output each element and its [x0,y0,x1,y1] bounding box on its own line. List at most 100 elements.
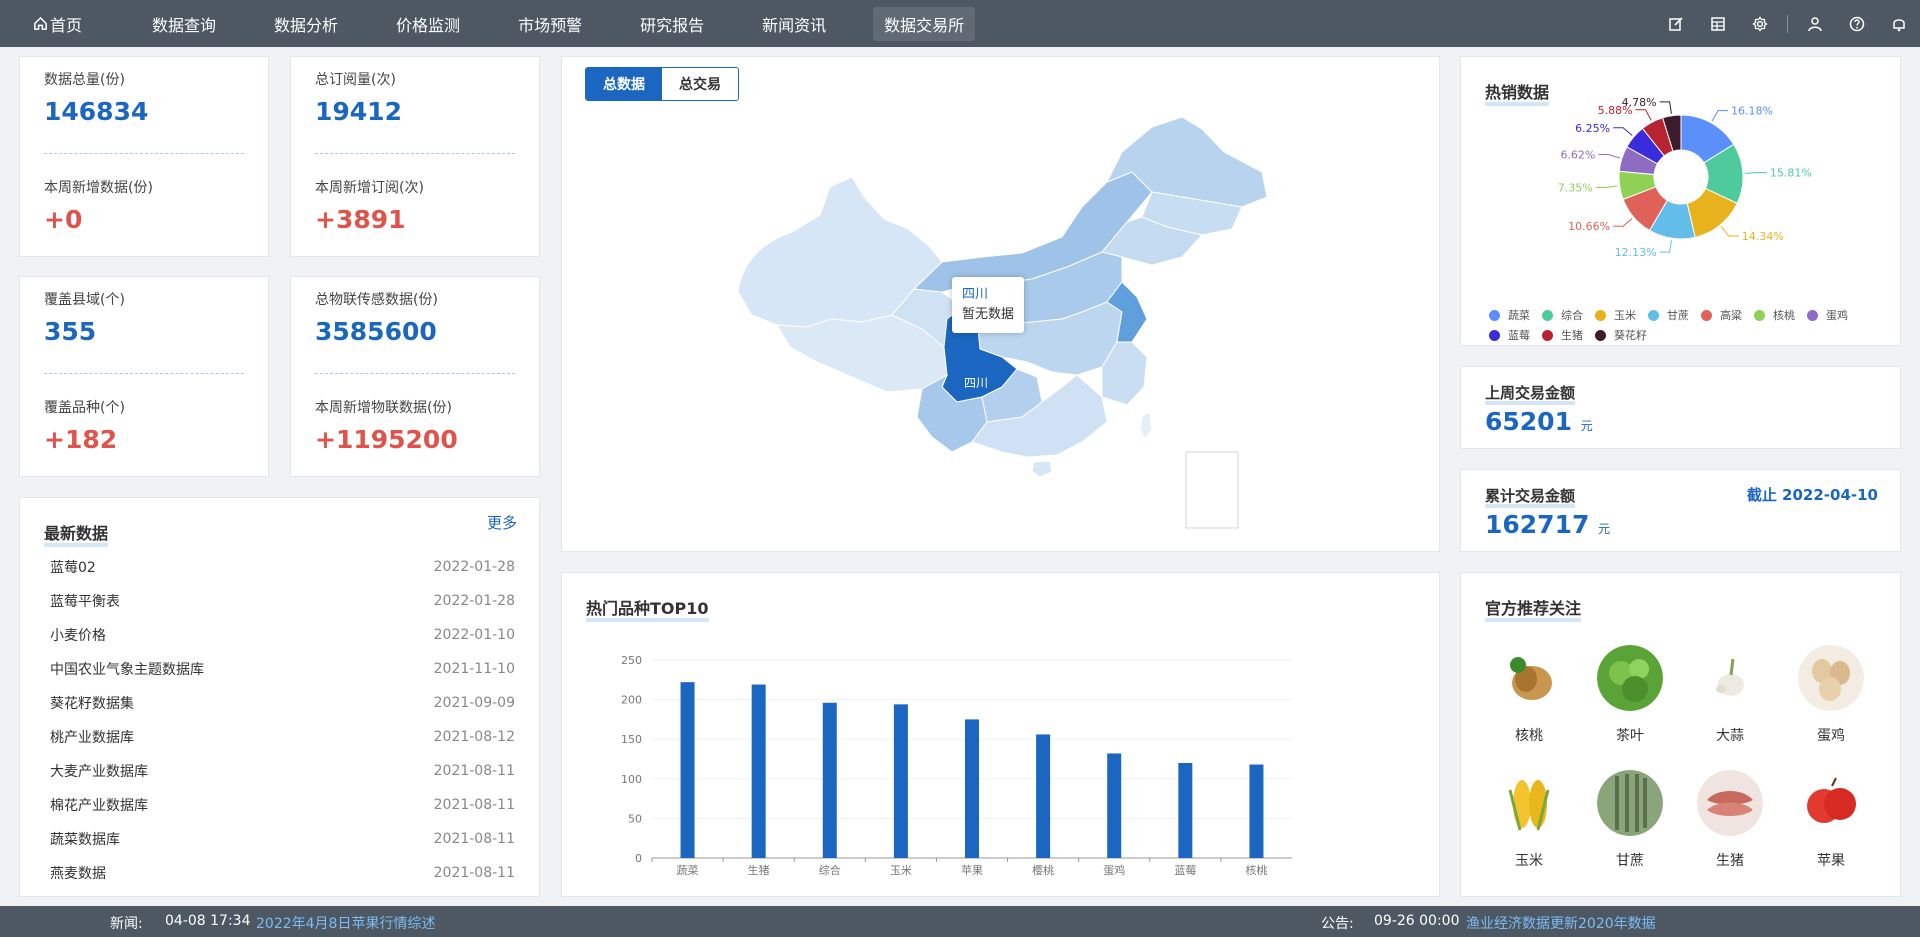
latest-data-panel: 最新数据 更多 蓝莓02 2022-01-28 蓝莓平衡表 2022-01-28 小麦价… [19,497,540,897]
notice-label: 公告: [1321,916,1354,932]
list-item[interactable]: 燕麦数据 2021-08-11 [50,856,515,890]
x-tick-label: 核桃 [1245,863,1267,877]
list-item-name: 桃产业数据库 [50,730,134,746]
tooltip-title: 四川 [962,287,989,302]
legend-item[interactable]: 蓝莓 [1489,327,1530,343]
bar[interactable] [965,719,979,858]
legend-item[interactable]: 玉米 [1595,307,1636,323]
list-item[interactable]: 棉花产业数据库 2021-08-11 [50,788,515,822]
legend-item[interactable]: 生猪 [1542,327,1583,343]
list-item[interactable]: 蓝莓平衡表 2022-01-28 [50,584,515,618]
bar[interactable] [893,704,908,858]
legend-item[interactable]: 蛋鸡 [1807,307,1848,323]
list-item[interactable]: 中国农业气象主题数据库 2021-11-10 [50,652,515,686]
total-trade-amount: 162717 [1485,510,1590,539]
recommend-label: 苹果 [1817,853,1845,869]
x-tick-label: 生猪 [748,863,770,877]
stat-card-iot: 总物联传感数据(份) 3585600 本周新增物联数据(份) +1195200 [290,276,540,477]
stat-divider [44,153,244,154]
pie-percent-label: 4.78% [1622,96,1657,109]
bar[interactable] [751,684,766,858]
recommend-item-corn[interactable]: 玉米 [1489,770,1569,870]
nav-menu: 首页 数据查询 数据分析 价格监测 市场预警 研究报告 新闻资讯 数据交易所 [0,0,1011,47]
sichuan-label: 四川 [964,376,988,390]
nav-news[interactable]: 新闻资讯 [751,7,837,41]
table-icon[interactable] [1697,0,1739,47]
more-link[interactable]: 更多 [487,512,517,533]
nav-market-warning[interactable]: 市场预警 [507,7,593,41]
weekly-new-data-label: 本周新增数据(份) [44,180,153,196]
egg-icon [1798,645,1864,711]
recommend-item-egg[interactable]: 蛋鸡 [1791,645,1871,745]
list-item[interactable]: 蓝莓02 2022-01-28 [50,550,515,584]
pie-percent-label: 16.18% [1731,105,1773,118]
list-item[interactable]: 小麦价格 2022-01-10 [50,618,515,652]
list-item-name: 蔬菜数据库 [50,832,120,848]
varieties-value: +182 [44,425,118,454]
bar[interactable] [1178,762,1193,858]
nav-data-analysis[interactable]: 数据分析 [263,7,349,41]
bar[interactable] [680,682,695,858]
notice-headline-link[interactable]: 渔业经济数据更新2020年数据 [1466,913,1656,933]
list-item-name: 棉花产业数据库 [50,798,148,814]
nav-home[interactable]: 首页 [22,7,93,41]
legend-swatch [1595,329,1606,341]
nav-data-exchange[interactable]: 数据交易所 [873,6,976,41]
x-tick-label: 蓝莓 [1174,864,1196,877]
legend-label: 综合 [1561,309,1583,322]
bar[interactable] [822,702,837,858]
pie-label-line [1711,110,1728,122]
recommend-item-pork[interactable]: 生猪 [1690,770,1770,870]
list-item-date: 2021-08-12 [433,729,515,745]
nav-research-report[interactable]: 研究报告 [629,7,715,41]
nav-price-monitor[interactable]: 价格监测 [385,7,471,41]
legend-item[interactable]: 葵花籽 [1595,327,1647,343]
user-icon[interactable] [1794,0,1836,47]
total-data-label: 数据总量(份) [44,72,125,88]
bar[interactable] [1107,753,1122,858]
legend-item[interactable]: 高粱 [1701,307,1742,323]
top10-panel: 热门品种TOP10 0 50 100 150 200 250 蔬菜 生猪 综合 玉米 苹果 樱桃 蛋鸡蓝… [561,572,1440,897]
legend-swatch [1542,329,1553,341]
x-tick-label: 综合 [819,863,841,877]
currency-unit: 元 [1580,419,1593,433]
list-item[interactable]: 桃产业数据库 2021-08-12 [50,720,515,754]
recommend-item-sugarcane[interactable]: 甘蔗 [1590,770,1670,870]
legend-item[interactable]: 甘蔗 [1648,307,1689,323]
edit-icon[interactable] [1655,0,1697,47]
notification-icon[interactable] [1878,0,1920,47]
weekly-new-subscriptions-label: 本周新增订阅(次) [315,180,424,196]
recommend-item-tea[interactable]: 茶叶 [1590,645,1670,745]
news-ticker-bar: 新闻: 04-08 17:34 2022年4月8日苹果行情综述 公告: 09-2… [0,906,1920,937]
legend-swatch [1807,309,1818,321]
legend-item[interactable]: 综合 [1542,307,1583,323]
recommend-title: 官方推荐关注 [1485,595,1582,622]
pork-icon [1697,770,1763,836]
list-item[interactable]: 蔬菜数据库 2021-08-11 [50,822,515,856]
news-headline-link[interactable]: 2022年4月8日苹果行情综述 [256,913,435,933]
list-item-name: 蓝莓平衡表 [50,594,120,610]
x-tick-label: 蛋鸡 [1103,863,1125,877]
bar[interactable] [1249,764,1264,858]
recommend-item-walnut[interactable]: 核桃 [1489,645,1569,745]
y-tick-label: 250 [621,654,642,667]
legend-item[interactable]: 核桃 [1754,307,1795,323]
legend-label: 蓝莓 [1508,329,1530,342]
nav-data-query[interactable]: 数据查询 [141,7,227,41]
legend-item[interactable]: 蔬菜 [1489,307,1530,323]
list-item[interactable]: 葵花籽数据集 2021-09-09 [50,686,515,720]
recommend-item-apple[interactable]: 苹果 [1791,770,1871,870]
list-item[interactable]: 大麦产业数据库 2021-08-11 [50,754,515,788]
recommend-label: 玉米 [1515,853,1543,869]
last-week-trade-panel: 上周交易金额 65201 元 [1460,366,1901,449]
recommend-item-garlic[interactable]: 大蒜 [1690,645,1770,745]
iot-data-label: 总物联传感数据(份) [315,292,438,308]
pie-label-line [1659,101,1672,114]
bar[interactable] [1036,734,1051,858]
map-region-hainan [1031,460,1053,478]
pie-label-line [1720,226,1739,237]
stat-card-subscriptions: 总订阅量(次) 19412 本周新增订阅(次) +3891 [290,56,540,257]
help-icon[interactable] [1836,0,1878,47]
settings-icon[interactable] [1739,0,1781,47]
pie-label-line [1635,109,1652,121]
